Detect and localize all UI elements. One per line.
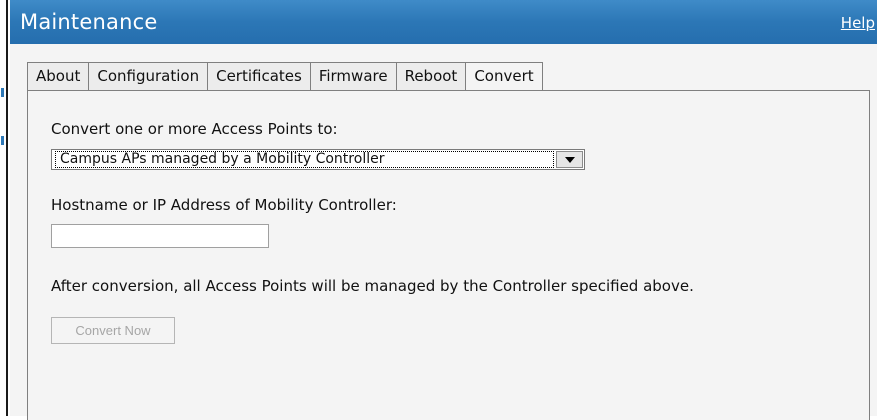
tab-bar: About Configuration Certificates Firmwar… <box>27 62 543 91</box>
convert-to-select[interactable]: Campus APs managed by a Mobility Control… <box>51 149 585 170</box>
hostname-label: Hostname or IP Address of Mobility Contr… <box>51 196 397 214</box>
convert-to-label: Convert one or more Access Points to: <box>51 120 338 138</box>
chevron-down-icon[interactable] <box>556 151 583 168</box>
titlebar: Maintenance Help <box>10 0 877 44</box>
tab-firmware[interactable]: Firmware <box>309 62 396 91</box>
tab-configuration[interactable]: Configuration <box>88 62 208 91</box>
convert-now-button[interactable]: Convert Now <box>51 317 175 344</box>
edge-marker <box>1 88 4 97</box>
convert-panel: Convert one or more Access Points to: Ca… <box>27 90 870 420</box>
tab-certificates[interactable]: Certificates <box>207 62 310 91</box>
help-link[interactable]: Help <box>841 14 875 32</box>
tab-convert[interactable]: Convert <box>465 62 543 91</box>
maintenance-window: Maintenance Help About Configuration Cer… <box>10 0 877 420</box>
tab-reboot[interactable]: Reboot <box>395 62 466 91</box>
convert-to-selected-value: Campus APs managed by a Mobility Control… <box>55 151 554 168</box>
edge-marker <box>1 136 4 145</box>
window-title: Maintenance <box>20 10 158 34</box>
tab-about[interactable]: About <box>27 62 89 91</box>
left-window-edge <box>0 0 8 416</box>
hostname-input[interactable] <box>51 224 269 248</box>
conversion-note: After conversion, all Access Points will… <box>51 277 694 295</box>
